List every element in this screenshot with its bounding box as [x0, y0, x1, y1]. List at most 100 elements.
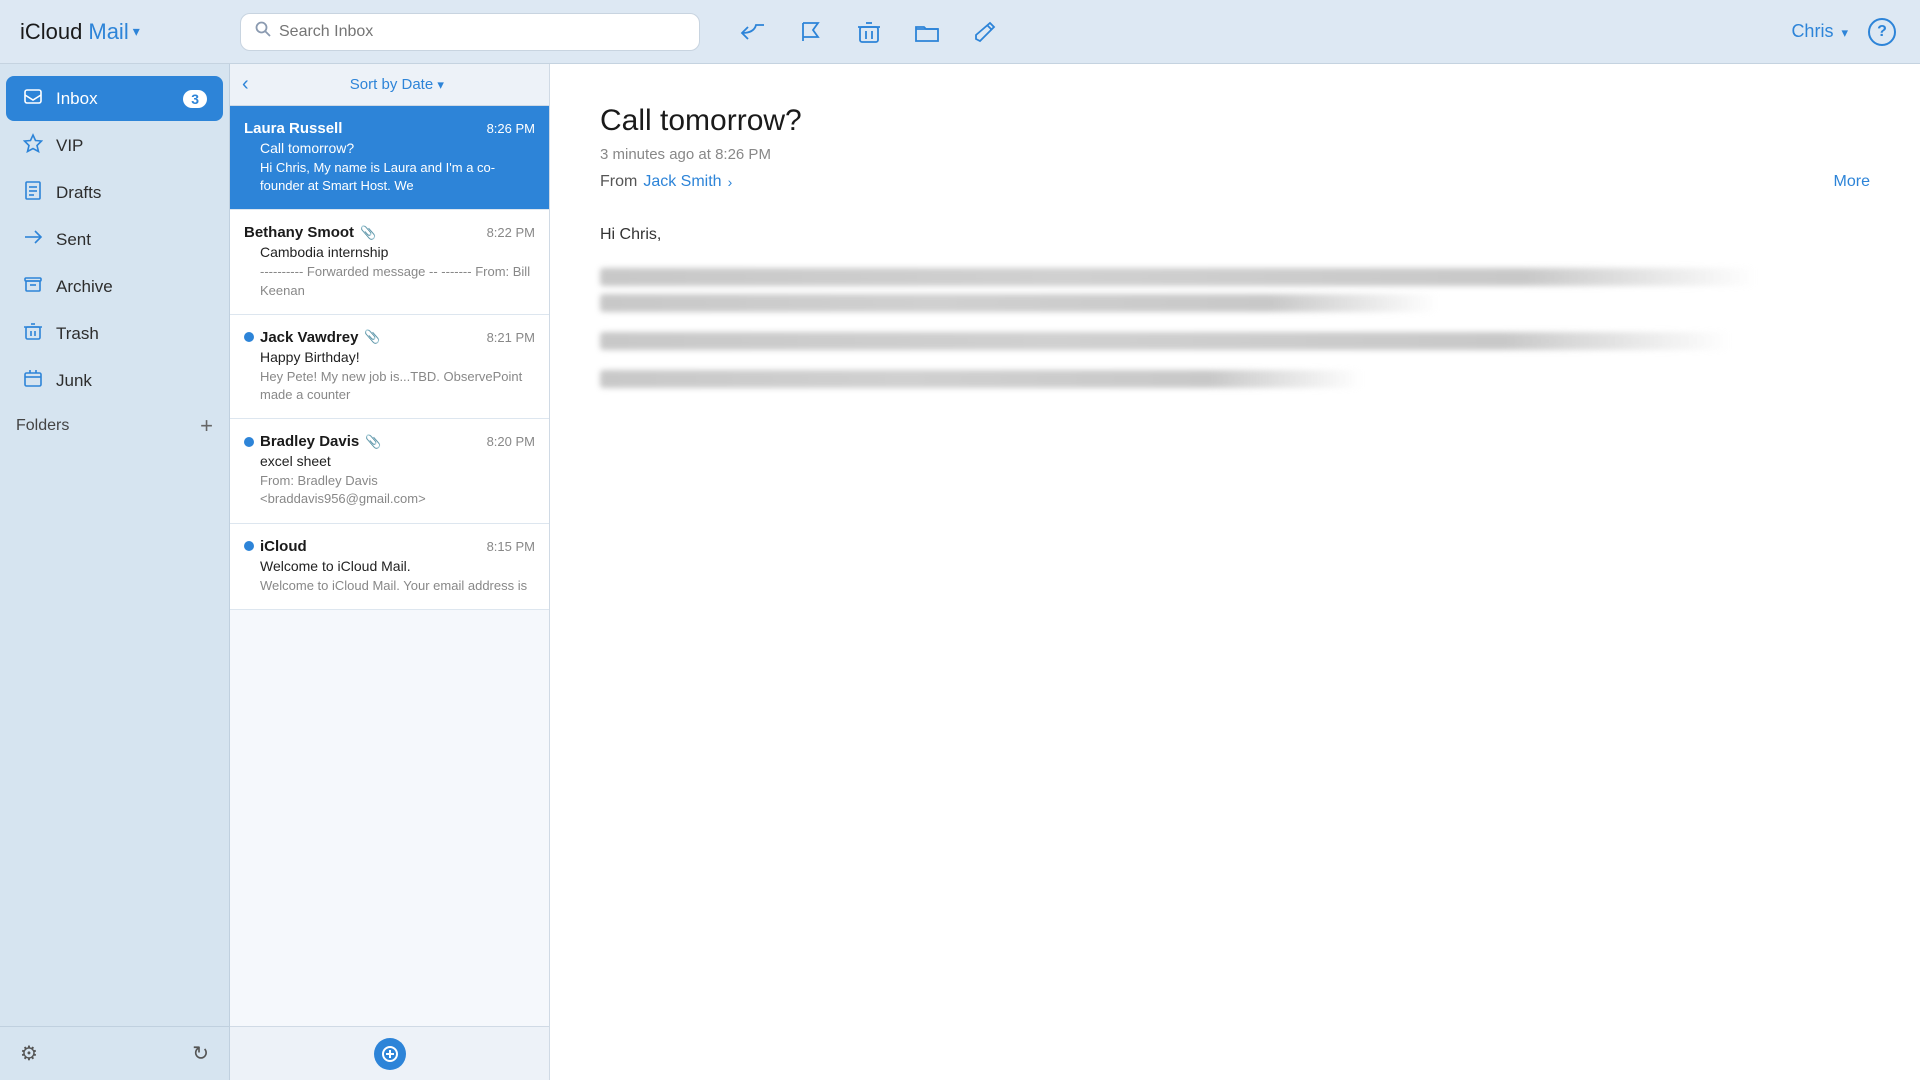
- inbox-badge: 3: [183, 90, 207, 108]
- attachment-icon-4: 📎: [365, 434, 381, 450]
- back-arrow[interactable]: ‹: [242, 73, 249, 96]
- main-content: Inbox 3 VIP: [0, 64, 1920, 1080]
- compose-button[interactable]: [972, 19, 998, 45]
- sidebar-drafts-label: Drafts: [56, 183, 207, 203]
- from-label: From: [600, 173, 637, 191]
- sidebar-inbox-label: Inbox: [56, 89, 171, 109]
- folders-section: Folders +: [0, 405, 229, 447]
- email-item-3[interactable]: Jack Vawdrey 📎 8:21 PM Happy Birthday! H…: [230, 315, 549, 419]
- sidebar-item-junk[interactable]: Junk: [6, 358, 223, 403]
- reply-button[interactable]: [740, 19, 766, 45]
- detail-from-left: From Jack Smith ›: [600, 173, 732, 191]
- app-title: iCloud Mail ▾: [0, 19, 230, 45]
- compose-bottom-button[interactable]: [374, 1038, 406, 1070]
- sidebar-bottom: ⚙ ↻: [0, 1026, 229, 1080]
- email-time-5: 8:15 PM: [487, 539, 535, 554]
- email-item-5[interactable]: iCloud 8:15 PM Welcome to iCloud Mail. W…: [230, 524, 549, 610]
- top-bar: iCloud Mail ▾: [0, 0, 1920, 64]
- toolbar-actions: [700, 19, 1791, 45]
- email-sender-2: Bethany Smoot: [244, 224, 354, 241]
- blurred-paragraph-2: [600, 332, 1870, 350]
- app-dropdown-arrow[interactable]: ▾: [133, 23, 140, 40]
- settings-icon[interactable]: ⚙: [20, 1041, 38, 1066]
- user-name-label: Chris: [1791, 21, 1833, 41]
- search-bar[interactable]: [240, 13, 700, 51]
- unread-dot-5: [244, 541, 254, 551]
- email-preview-1: Hi Chris, My name is Laura and I'm a co-…: [244, 159, 535, 195]
- email-preview-4: From: Bradley Davis <braddavis956@gmail.…: [244, 472, 535, 508]
- refresh-icon[interactable]: ↻: [192, 1041, 209, 1066]
- email-list-header: ‹ Sort by Date ▾: [230, 64, 549, 106]
- detail-greeting: Hi Chris,: [600, 221, 1870, 248]
- unread-dot-4: [244, 437, 254, 447]
- blurred-line-2: [600, 294, 1438, 312]
- sidebar-item-vip[interactable]: VIP: [6, 123, 223, 168]
- more-link[interactable]: More: [1834, 173, 1870, 191]
- junk-icon: [22, 368, 44, 393]
- email-time-2: 8:22 PM: [487, 225, 535, 240]
- add-folder-button[interactable]: +: [200, 415, 213, 437]
- sidebar-archive-label: Archive: [56, 277, 207, 297]
- email-sender-1: Laura Russell: [244, 120, 342, 137]
- blurred-line-3: [600, 332, 1730, 350]
- sent-icon: [22, 227, 44, 252]
- blurred-paragraph-3: [600, 370, 1870, 388]
- drafts-icon: [22, 180, 44, 205]
- attachment-icon-2: 📎: [360, 225, 376, 241]
- detail-timestamp: 3 minutes ago at 8:26 PM: [600, 146, 1870, 163]
- email-preview-3: Hey Pete! My new job is...TBD. ObservePo…: [244, 368, 535, 404]
- email-item-4[interactable]: Bradley Davis 📎 8:20 PM excel sheet From…: [230, 419, 549, 523]
- email-time-3: 8:21 PM: [487, 330, 535, 345]
- app-name: Mail: [88, 19, 128, 45]
- email-subject-5: Welcome to iCloud Mail.: [244, 558, 535, 574]
- from-chevron[interactable]: ›: [728, 174, 733, 190]
- email-subject-2: Cambodia internship: [244, 244, 535, 260]
- search-icon: [255, 21, 271, 42]
- help-button[interactable]: ?: [1868, 18, 1896, 46]
- email-subject-1: Call tomorrow?: [244, 140, 535, 156]
- trash-sidebar-icon: [22, 321, 44, 346]
- email-detail: Call tomorrow? 3 minutes ago at 8:26 PM …: [550, 64, 1920, 1080]
- email-subject-4: excel sheet: [244, 453, 535, 469]
- sidebar-item-archive[interactable]: Archive: [6, 264, 223, 309]
- email-time-4: 8:20 PM: [487, 434, 535, 449]
- inbox-icon: [22, 86, 44, 111]
- email-preview-5: Welcome to iCloud Mail. Your email addre…: [244, 577, 535, 595]
- sidebar-junk-label: Junk: [56, 371, 207, 391]
- brand-name: iCloud: [20, 19, 82, 45]
- email-item-1[interactable]: Laura Russell 8:26 PM Call tomorrow? Hi …: [230, 106, 549, 210]
- vip-icon: [22, 133, 44, 158]
- email-list-panel: ‹ Sort by Date ▾ Laura Russell 8:26 PM C…: [230, 64, 550, 1080]
- email-preview-2: ---------- Forwarded message -- ------- …: [244, 263, 535, 299]
- detail-from-row: From Jack Smith › More: [600, 173, 1870, 191]
- archive-icon: [22, 274, 44, 299]
- move-button[interactable]: [914, 19, 940, 45]
- user-menu[interactable]: Chris ▾: [1791, 21, 1848, 42]
- top-right: Chris ▾ ?: [1791, 18, 1920, 46]
- sidebar-item-inbox[interactable]: Inbox 3: [6, 76, 223, 121]
- trash-button[interactable]: [856, 19, 882, 45]
- sidebar-item-trash[interactable]: Trash: [6, 311, 223, 356]
- blurred-line-4: [600, 370, 1362, 388]
- sidebar-item-drafts[interactable]: Drafts: [6, 170, 223, 215]
- detail-subject: Call tomorrow?: [600, 104, 1870, 138]
- sidebar-sent-label: Sent: [56, 230, 207, 250]
- email-item-2[interactable]: Bethany Smoot 📎 8:22 PM Cambodia interns…: [230, 210, 549, 314]
- sidebar: Inbox 3 VIP: [0, 64, 230, 1080]
- email-list-footer: [230, 1026, 549, 1080]
- blurred-line-1: [600, 268, 1756, 286]
- attachment-icon-3: 📎: [364, 329, 380, 345]
- email-sender-5: iCloud: [260, 538, 307, 555]
- email-time-1: 8:26 PM: [487, 121, 535, 136]
- folders-label: Folders: [16, 417, 69, 435]
- search-input[interactable]: [279, 23, 685, 41]
- from-name[interactable]: Jack Smith: [643, 173, 721, 191]
- unread-dot-3: [244, 332, 254, 342]
- email-list: Laura Russell 8:26 PM Call tomorrow? Hi …: [230, 106, 549, 1026]
- sort-arrow: ▾: [437, 77, 444, 92]
- sidebar-item-sent[interactable]: Sent: [6, 217, 223, 262]
- flag-button[interactable]: [798, 19, 824, 45]
- email-subject-3: Happy Birthday!: [244, 349, 535, 365]
- sort-label[interactable]: Sort by Date ▾: [257, 76, 537, 93]
- sidebar-vip-label: VIP: [56, 136, 207, 156]
